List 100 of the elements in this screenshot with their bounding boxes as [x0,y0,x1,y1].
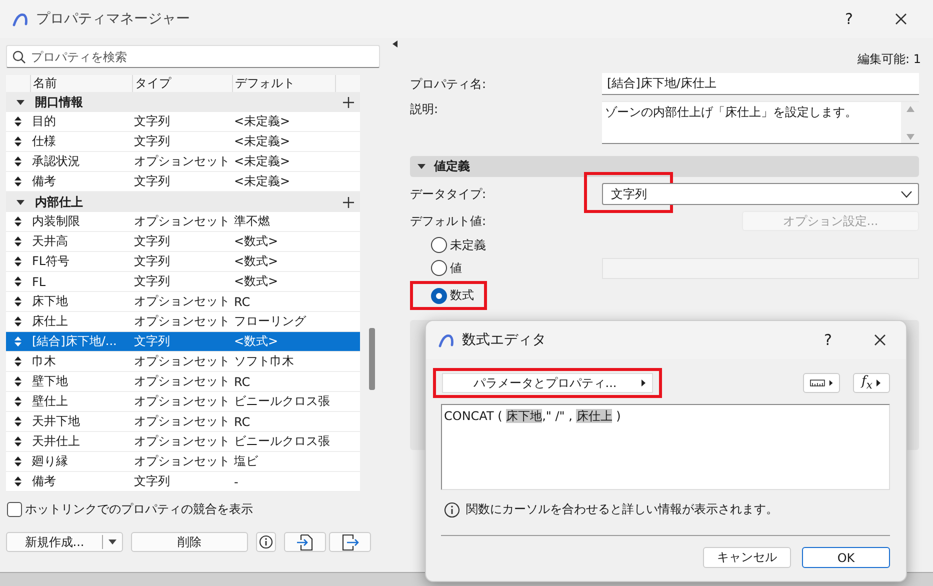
table-cell-text: [結合]床下地/... [31,333,118,350]
cancel-button[interactable]: キャンセル [703,547,791,568]
reorder-icon[interactable] [14,436,22,447]
checkbox-label: ホットリンクでのプロパティの競合を表示 [25,501,253,518]
table-row[interactable]: 壁下地 オプションセット RC [6,372,360,392]
functions-button[interactable]: f$_{x}$ [853,373,890,393]
table-cell-text: 文字列 [133,133,171,150]
table-cell-text: 廻り縁 [31,453,69,470]
table-row[interactable]: FL 文字列 <数式> [6,272,360,292]
table-cell-text: FL符号 [31,253,71,270]
reorder-icon[interactable] [14,236,22,247]
parameters-button[interactable]: パラメータとプロパティ... [442,373,653,393]
collapse-panel-icon[interactable] [392,40,398,48]
table-cell-text: 備考 [31,473,57,490]
radio-option[interactable]: 未定義 [431,236,486,254]
group-row[interactable]: 内部仕上 [6,192,360,212]
plus-icon[interactable] [343,196,354,208]
reorder-icon[interactable] [14,156,22,167]
collapse-arrow-icon[interactable] [16,98,25,106]
table-row[interactable]: 床下地 オプションセット RC [6,292,360,312]
field-label: データタイプ: [410,186,488,202]
reorder-icon[interactable] [14,276,22,287]
table-cell-text: オプションセット [133,433,231,450]
field-label: デフォルト値: [410,212,488,230]
units-button[interactable] [803,373,840,393]
table-row[interactable]: 廻り縁 オプションセット 塩ビ [6,452,360,472]
new-button[interactable]: 新規作成... [6,532,123,552]
info-button[interactable] [256,532,276,552]
table-cell-text: 内装制限 [31,213,81,230]
table-row[interactable]: 仕様 文字列 <未定義> [6,132,360,152]
chevron-down-icon [901,190,912,198]
caret-icon[interactable] [108,539,117,545]
export-button[interactable] [329,532,371,552]
table-cell-text: 塩ビ [233,453,259,470]
table-row[interactable]: 内装制限 オプションセット 準不燃 [6,212,360,232]
radio-option[interactable]: 値 [431,260,462,276]
reorder-icon[interactable] [14,216,22,227]
collapse-arrow-icon[interactable] [16,198,25,206]
table-cell-text: <未定義> [233,133,292,150]
reorder-icon[interactable] [14,416,22,427]
dialog-title: 数式エディタ [462,331,546,349]
table-row[interactable]: 備考 文字列 - [6,472,360,492]
table-cell-text: RC [233,294,252,308]
table-row[interactable]: 天井仕上 オプションセット ビニールクロス張 [6,432,360,452]
reorder-icon[interactable] [14,296,22,307]
reorder-icon[interactable] [14,176,22,187]
section-title: 値定義 [434,158,470,175]
reorder-icon[interactable] [14,316,22,327]
info-icon [444,502,460,518]
reorder-icon[interactable] [14,136,22,147]
table-cell-text: - [233,474,240,488]
help-button[interactable]: ? [806,325,850,355]
table-row[interactable]: 床仕上 オプションセット フローリング [6,312,360,332]
table-row[interactable]: 目的 文字列 <未定義> [6,112,360,132]
reorder-icon[interactable] [14,476,22,487]
group-row[interactable]: 開口情報 [6,92,360,112]
table-cell-text: オプションセット [133,453,231,470]
table-cell-text: <数式> [233,253,280,270]
reorder-icon[interactable] [14,376,22,387]
table-row[interactable]: 壁仕上 オプションセット ビニールクロス張 [6,392,360,412]
reorder-icon[interactable] [14,116,22,127]
table-cell-text: 備考 [31,173,57,190]
table-row[interactable]: FL符号 文字列 <数式> [6,252,360,272]
section-header[interactable]: 値定義 [410,156,919,177]
table-cell-text: フローリング [233,313,308,330]
formula-field[interactable]: CONCAT ( 床下地," /" , 床仕上 ) [441,404,890,490]
table-cell-text: 巾木 [31,353,57,370]
reorder-icon[interactable] [14,396,22,407]
plus-icon[interactable] [343,96,354,108]
caret-right-icon [828,379,833,387]
table-row[interactable]: 天井下地 オプションセット RC [6,412,360,432]
checkbox[interactable] [7,502,22,517]
reorder-icon[interactable] [14,456,22,467]
table-row[interactable]: [結合]床下地/... 文字列 <数式> [6,332,360,352]
table-cell-text: 壁下地 [31,373,69,390]
table-cell-text: <数式> [233,333,280,350]
radio-option[interactable]: 数式 [431,287,474,304]
reorder-icon[interactable] [14,256,22,267]
search-field[interactable]: プロパティを検索 [6,45,380,68]
table-row[interactable]: 承認状況 オプションセット <未定義> [6,152,360,172]
table-row[interactable]: 備考 文字列 <未定義> [6,172,360,192]
import-button[interactable] [284,532,326,552]
reorder-icon[interactable] [14,356,22,367]
ok-button[interactable]: OK [802,547,890,568]
table-cell-text: 文字列 [133,253,171,270]
description-field[interactable]: ゾーンの内部仕上げ「床仕上」を設定します。 [602,101,919,144]
delete-button[interactable]: 削除 [131,532,248,552]
table-cell-text: FL [31,274,47,288]
name-field[interactable]: [結合]床下地/床仕上 [602,73,919,95]
table-cell-text: 床仕上 [31,313,69,330]
table-cell-text: ソフト巾木 [233,353,295,370]
table-row[interactable]: 巾木 オプションセット ソフト巾木 [6,352,360,372]
table-row[interactable]: 天井高 文字列 <数式> [6,232,360,252]
table-cell-text: オプションセット [133,413,231,430]
caret-right-icon [876,379,882,387]
table-cell-text: <数式> [233,233,280,250]
search-icon [12,50,26,64]
help-button[interactable]: ? [827,4,871,34]
data-type-select[interactable]: 文字列 [602,183,919,205]
export-icon [341,533,359,551]
